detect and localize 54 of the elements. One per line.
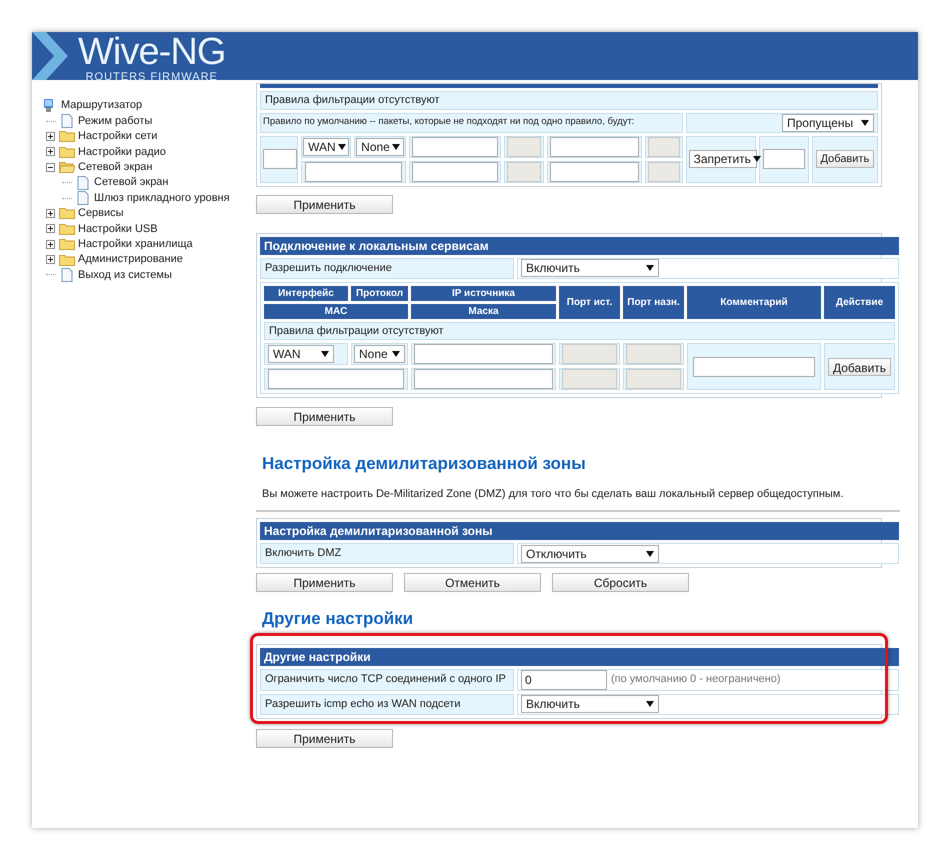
table-cell: Ограничить число TCP соединений с одного IP — [260, 668, 514, 690]
tree-item[interactable]: Настройки сети — [78, 128, 158, 145]
tree-item[interactable]: Настройки хранилища — [78, 236, 193, 252]
tree-item[interactable]: Шлюз прикладного уровня — [94, 190, 230, 206]
apply-button[interactable]: Применить — [256, 573, 393, 592]
tree-item[interactable]: Настройки радио — [78, 144, 166, 160]
apply-button[interactable]: Применить — [256, 194, 393, 214]
apply-button[interactable]: Отменить — [404, 573, 541, 592]
column-header: MAC — [264, 304, 408, 318]
logo-subtitle: ROUTERS FIRMWARE — [86, 72, 218, 83]
table-cell: Правила фильтрации отсутствуют — [264, 322, 896, 340]
dropdown[interactable]: None — [354, 345, 405, 363]
tree-item[interactable]: Сервисы — [78, 205, 124, 222]
apply-button[interactable]: Применить — [256, 407, 393, 426]
column-header: Порт ист. — [559, 286, 620, 318]
tree-item[interactable]: Режим работы — [78, 112, 152, 130]
dropdown[interactable]: Включить — [521, 259, 659, 277]
hint-text: (по умолчанию 0 - неограничено) — [611, 672, 781, 688]
dropdown[interactable]: WAN — [303, 138, 350, 156]
dropdown[interactable]: None — [356, 138, 404, 156]
dropdown[interactable]: WAN — [268, 345, 334, 363]
section-heading: Настройка демилитаризованной зоны — [262, 453, 587, 475]
column-header: Интерфейс — [264, 286, 348, 300]
table-cell: Включить DMZ — [260, 543, 514, 564]
tree-item[interactable]: Маршрутизатор — [61, 97, 142, 114]
table-cell: Разрешить icmp echo из WAN подсети — [260, 694, 514, 714]
tree-item[interactable]: Выход из системы — [78, 266, 172, 284]
dropdown[interactable]: Включить — [521, 695, 659, 713]
input-field[interactable]: 0 — [521, 670, 607, 690]
tree-item[interactable]: Настройки USB — [78, 220, 158, 238]
table-title: Подключение к локальным сервисам — [260, 236, 900, 254]
table-title: Другие настройки — [260, 648, 900, 666]
add-button[interactable]: Добавить — [816, 150, 874, 168]
table-cell: Разрешить подключение — [260, 258, 514, 278]
add-button[interactable]: Добавить — [828, 358, 892, 376]
column-header: Маска — [411, 304, 556, 318]
tree-item[interactable]: Сетевой экран — [94, 174, 169, 191]
table-cell: Правило по умолчанию -- пакеты, которые не подходят ни под одно правило, будут: — [260, 112, 683, 132]
table-title: Настройка демилитаризованной зоны — [260, 522, 900, 540]
column-header: Протокол — [351, 286, 408, 300]
tree-item[interactable]: Сетевой экран — [78, 159, 153, 176]
column-header: IP источника — [411, 286, 556, 300]
column-header: Порт назн. — [623, 286, 684, 318]
logo-title: Wive-NG — [78, 33, 226, 71]
column-header: Комментарий — [687, 286, 821, 318]
dropdown[interactable]: Пропущены — [782, 114, 874, 132]
dropdown[interactable]: Отключить — [521, 544, 659, 562]
apply-button[interactable]: Сбросить — [552, 573, 689, 592]
apply-button[interactable]: Применить — [256, 728, 393, 748]
tree-item[interactable]: Администрирование — [78, 251, 183, 268]
description-text: Вы можете настроить De-Militarized Zone (DMZ) для того что бы сделать ваш локальный сервер общедоступным. — [262, 486, 844, 502]
column-header: Действие — [824, 286, 896, 318]
section-heading: Другие настройки — [262, 608, 414, 630]
table-cell: Правила фильтрации отсутствуют — [260, 91, 878, 110]
